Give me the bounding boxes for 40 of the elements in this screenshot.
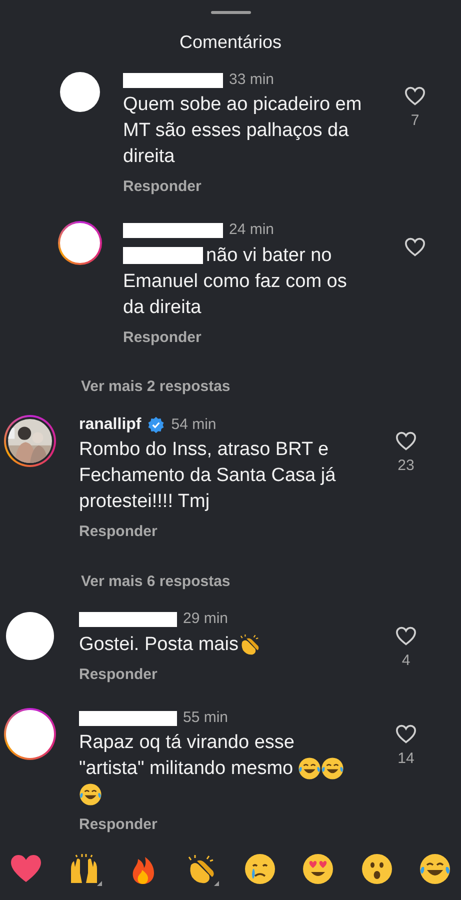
comment-time: 24 min xyxy=(229,220,274,240)
clapping-hands-icon xyxy=(238,632,262,656)
sheet-title: Comentários xyxy=(179,31,282,54)
view-more-replies-link[interactable]: Ver mais 2 respostas xyxy=(81,378,230,395)
avatar[interactable] xyxy=(4,415,56,467)
reply-link[interactable]: Responder xyxy=(123,176,202,198)
comment-time: 33 min xyxy=(229,70,274,90)
avatar[interactable] xyxy=(4,708,56,760)
like-icon[interactable] xyxy=(395,431,417,451)
like-icon[interactable] xyxy=(404,236,426,256)
username[interactable]: ranallipf xyxy=(79,413,142,437)
comment-text: não vi bater no Emanuel como faz com os da direita xyxy=(123,244,348,320)
like-count: 4 xyxy=(402,650,410,670)
laughing-face-icon xyxy=(298,757,322,780)
like-icon[interactable] xyxy=(395,626,417,646)
laughing-face-icon xyxy=(418,853,451,885)
laughing-face-icon xyxy=(79,783,102,806)
laughing-face-icon xyxy=(321,757,344,780)
avatar[interactable] xyxy=(58,220,102,264)
comment-text: Gostei. Posta mais xyxy=(79,634,238,654)
heart-eyes-face-icon xyxy=(302,853,334,885)
view-more-replies-link[interactable]: Ver mais 6 respostas xyxy=(81,572,230,590)
comment-text: Rombo do Inss, atraso BRT e Fechamento da Santa Casa já protestei!!!! Tmj xyxy=(79,438,337,514)
comment-text: Quem sobe ao picadeiro em MT são esses palhaços da direita xyxy=(123,93,363,169)
like-icon[interactable] xyxy=(404,86,426,106)
reply-link[interactable]: Responder xyxy=(79,814,158,836)
like-icon[interactable] xyxy=(395,724,417,744)
like-count: 14 xyxy=(398,749,414,769)
comment-time: 54 min xyxy=(171,414,216,435)
reply-link[interactable]: Responder xyxy=(123,326,202,349)
comment-text: Rapaz oq tá virando esse "artista" militando mesmo xyxy=(79,732,294,779)
like-count: 23 xyxy=(398,456,414,476)
surprised-face-icon xyxy=(360,853,393,885)
reply-link[interactable]: Responder xyxy=(79,664,158,686)
crying-face-icon xyxy=(244,853,276,885)
heart-icon xyxy=(10,853,42,885)
like-count: 7 xyxy=(410,111,420,131)
comment-time: 29 min xyxy=(183,609,228,630)
comment-time: 55 min xyxy=(183,708,228,728)
reply-link[interactable]: Responder xyxy=(79,521,158,544)
